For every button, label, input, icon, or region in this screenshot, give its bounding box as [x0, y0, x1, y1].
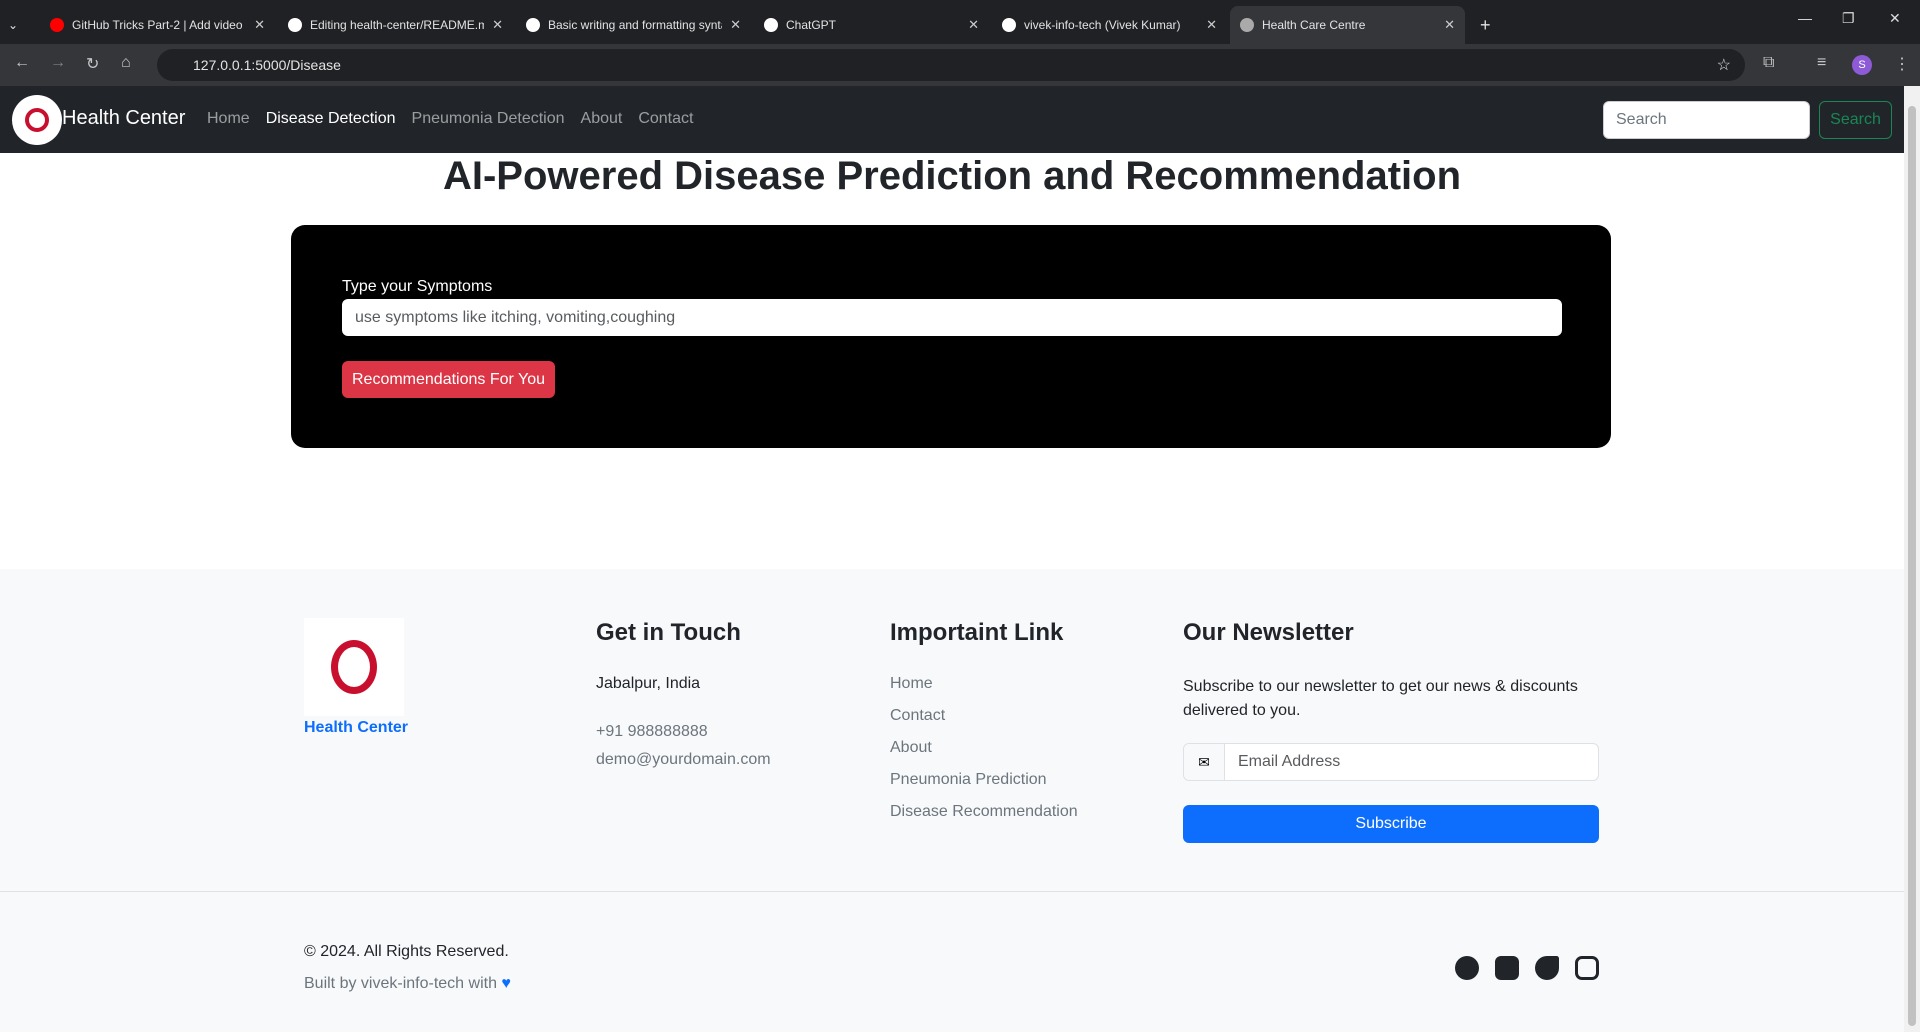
github-icon — [526, 18, 540, 32]
envelope-icon: ✉ — [1184, 744, 1225, 780]
close-window-button[interactable]: ✕ — [1889, 10, 1901, 27]
brand-logo[interactable] — [12, 95, 62, 145]
page-scrollbar[interactable] — [1904, 86, 1920, 1032]
heart-icon: ♥ — [501, 975, 511, 992]
profile-avatar[interactable]: S — [1852, 55, 1872, 75]
search-placeholder: Search — [1616, 111, 1667, 128]
nav-link-contact[interactable]: Contact — [638, 110, 693, 128]
nav-link-home[interactable]: Home — [207, 110, 250, 128]
tab-title: ChatGPT — [786, 18, 837, 32]
close-tab-icon[interactable]: ✕ — [1444, 17, 1455, 33]
footer-link[interactable]: Pneumonia Prediction — [890, 771, 1047, 789]
github-icon — [1002, 18, 1016, 32]
instagram-icon[interactable] — [1575, 956, 1599, 980]
footer-link[interactable]: About — [890, 739, 932, 757]
newsletter-heading: Our Newsletter — [1183, 619, 1354, 646]
tab-search-button[interactable]: ⌄ — [0, 6, 38, 44]
symptoms-label: Type your Symptoms — [342, 278, 493, 295]
bookmark-star-icon[interactable]: ☆ — [1717, 55, 1731, 75]
github-icon — [288, 18, 302, 32]
built-by-text: Built by vivek-info-tech with — [304, 975, 497, 992]
footer-logo — [304, 618, 404, 716]
browser-tab[interactable]: Basic writing and formatting syntax ✕ — [516, 6, 751, 44]
address-bar-row: ← → ↻ ⌂ 127.0.0.1:5000/Disease ☆ ⧉ ≡ S ⋮ — [0, 44, 1920, 86]
url-input[interactable]: 127.0.0.1:5000/Disease ☆ — [157, 49, 1745, 81]
navbar: Health Center Home Disease Detection Pneum… — [0, 86, 1904, 153]
globe-icon — [1240, 18, 1254, 32]
links-heading: Importaint Link — [890, 619, 1064, 646]
footer-link[interactable]: Contact — [890, 707, 945, 725]
browser-tab-bar: ⌄ GitHub Tricks Part-2 | Add video ✕ Editi… — [0, 0, 1920, 44]
search-button[interactable]: Search — [1819, 101, 1892, 139]
close-tab-icon[interactable]: ✕ — [730, 17, 741, 33]
footer-brand-link[interactable]: Health Center — [304, 719, 408, 737]
twitter-icon[interactable] — [1535, 956, 1559, 980]
subscribe-button[interactable]: Subscribe — [1183, 805, 1599, 843]
youtube-icon — [50, 18, 64, 32]
symptoms-input[interactable]: use symptoms like itching, vomiting,coug… — [342, 299, 1562, 336]
nav-link-disease-detection[interactable]: Disease Detection — [266, 110, 396, 128]
reload-icon[interactable]: ↻ — [86, 54, 99, 74]
home-icon[interactable]: ⌂ — [121, 54, 131, 72]
browser-tab[interactable]: vivek-info-tech (Vivek Kumar) ✕ — [992, 6, 1227, 44]
nav-link-about[interactable]: About — [581, 110, 623, 128]
extensions-icon[interactable]: ⧉ — [1763, 54, 1774, 72]
media-control-icon[interactable]: ≡ — [1817, 54, 1826, 72]
footer-link[interactable]: Home — [890, 675, 933, 693]
close-tab-icon[interactable]: ✕ — [254, 17, 265, 33]
footer-divider — [0, 891, 1904, 892]
tab-title: Health Care Centre — [1262, 18, 1366, 32]
browser-tab[interactable]: Editing health-center/README.md ✕ — [278, 6, 513, 44]
forward-icon[interactable]: → — [50, 54, 66, 72]
url-text: 127.0.0.1:5000/Disease — [193, 57, 341, 73]
menu-icon[interactable]: ⋮ — [1894, 54, 1910, 74]
tab-title: vivek-info-tech (Vivek Kumar) — [1024, 18, 1181, 32]
back-icon[interactable]: ← — [14, 54, 30, 72]
search-input[interactable]: Search — [1603, 101, 1810, 139]
close-tab-icon[interactable]: ✕ — [1206, 17, 1217, 33]
close-tab-icon[interactable]: ✕ — [492, 17, 503, 33]
close-tab-icon[interactable]: ✕ — [968, 17, 979, 33]
phone-text: +91 988888888 — [596, 723, 708, 740]
footer-link[interactable]: Disease Recommendation — [890, 803, 1078, 821]
facebook-icon[interactable] — [1455, 956, 1479, 980]
chatgpt-icon — [764, 18, 778, 32]
newsletter-text: Subscribe to our newsletter to get our n… — [1183, 678, 1578, 719]
browser-tab[interactable]: Health Care Centre ✕ — [1230, 6, 1465, 44]
copyright-text: © 2024. All Rights Reserved. — [304, 943, 509, 960]
tab-title: Basic writing and formatting syntax — [548, 18, 723, 32]
youtube-icon[interactable] — [1495, 956, 1519, 980]
symptom-form-card: Type your Symptoms use symptoms like itc… — [291, 225, 1611, 448]
tab-title: Editing health-center/README.md — [310, 18, 485, 32]
location-text: Jabalpur, India — [596, 675, 701, 692]
new-tab-button[interactable]: + — [1470, 6, 1500, 44]
restore-button[interactable]: ❐ — [1842, 10, 1855, 27]
newsletter-email-input[interactable]: ✉ Email Address — [1183, 743, 1599, 781]
minimize-button[interactable]: — — [1798, 10, 1812, 26]
browser-tab[interactable]: ChatGPT ✕ — [754, 6, 989, 44]
email-placeholder: Email Address — [1238, 753, 1341, 770]
page-title: AI-Powered Disease Prediction and Recomm… — [442, 154, 1462, 198]
symptoms-placeholder: use symptoms like itching, vomiting,coug… — [355, 308, 676, 326]
browser-tab[interactable]: GitHub Tricks Part-2 | Add video ✕ — [40, 6, 275, 44]
navbar-brand[interactable]: Health Center — [62, 107, 185, 130]
recommendations-button[interactable]: Recommendations For You — [342, 361, 555, 398]
footer: Health Center Get in Touch Jabalpur, Ind… — [0, 569, 1904, 1032]
contact-heading: Get in Touch — [596, 619, 741, 646]
email-text: demo@yourdomain.com — [596, 751, 771, 768]
nav-link-pneumonia-detection[interactable]: Pneumonia Detection — [412, 110, 565, 128]
tab-title: GitHub Tricks Part-2 | Add video — [72, 18, 243, 32]
